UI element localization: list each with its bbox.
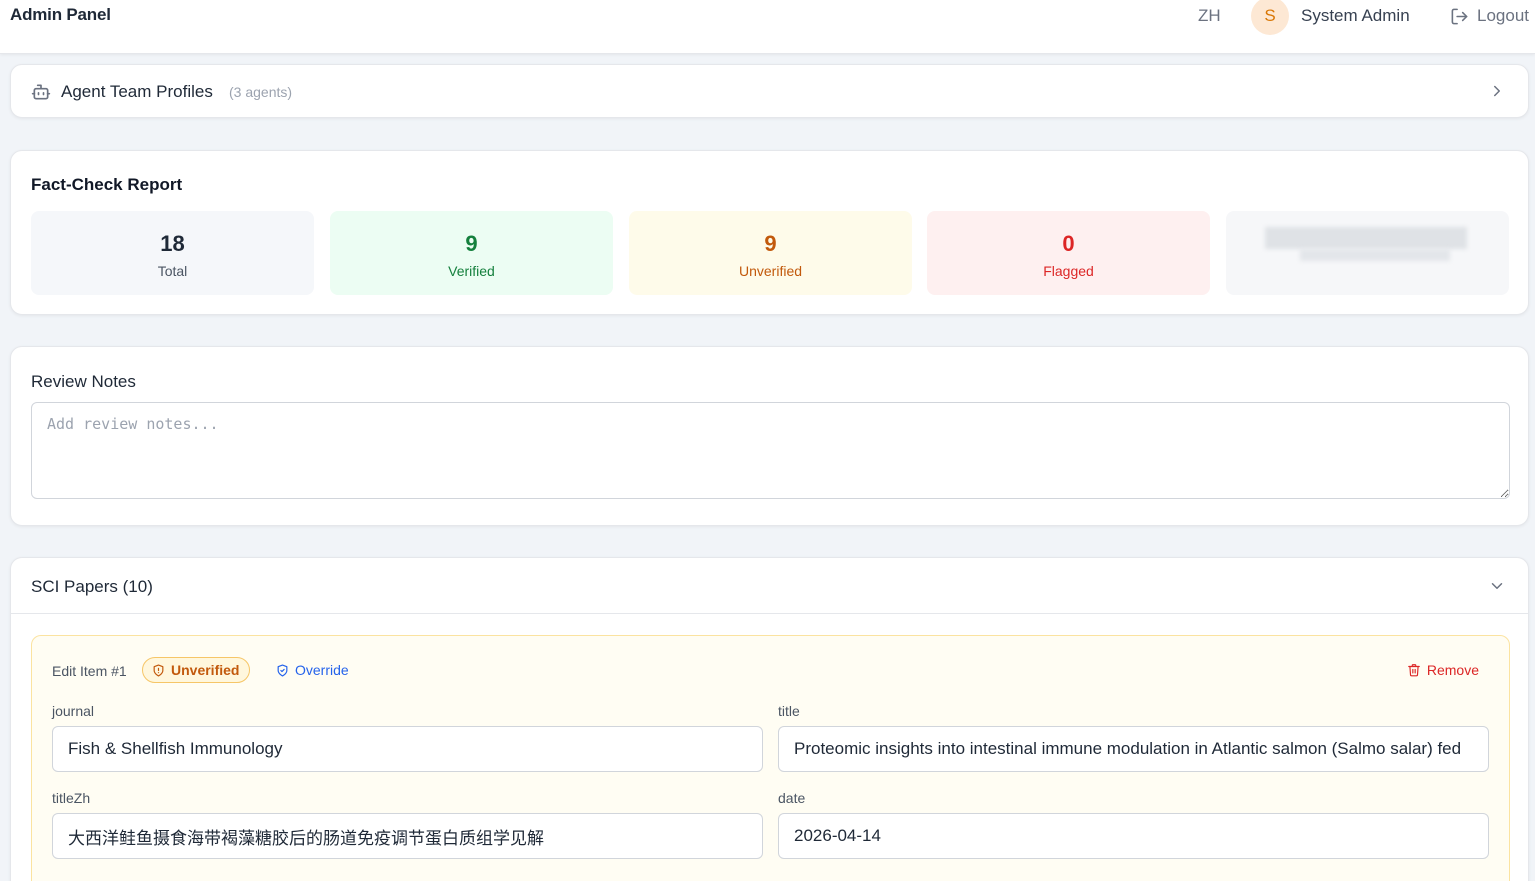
item-heading: Edit Item #1 xyxy=(52,663,127,679)
stat-flagged: 0 Flagged xyxy=(927,211,1210,295)
agent-team-title: Agent Team Profiles xyxy=(61,82,213,101)
sci-papers-title: SCI Papers (10) xyxy=(31,577,153,596)
status-badge: Unverified xyxy=(142,657,251,683)
logout-icon xyxy=(1451,8,1468,24)
journal-field[interactable] xyxy=(52,726,763,772)
stat-unverified: 9 Unverified xyxy=(629,211,912,295)
date-label: date xyxy=(778,790,806,806)
stat-redacted xyxy=(1226,211,1509,295)
avatar: S xyxy=(1251,0,1289,35)
title-zh-label: titleZh xyxy=(52,790,91,806)
agent-count: (3 agents) xyxy=(229,84,293,100)
stat-verified-value: 9 xyxy=(465,231,478,256)
stat-total: 18 Total xyxy=(31,211,314,295)
title-zh-field[interactable] xyxy=(52,813,763,859)
review-notes-input[interactable] xyxy=(31,402,1510,499)
stat-flagged-label: Flagged xyxy=(1043,263,1094,279)
review-notes-title: Review Notes xyxy=(31,372,136,391)
override-button[interactable]: Override xyxy=(276,662,349,678)
bot-icon xyxy=(31,84,51,100)
sci-papers-header[interactable]: SCI Papers (10) xyxy=(11,558,1528,614)
stat-flagged-value: 0 xyxy=(1062,231,1075,256)
review-notes-card: Review Notes xyxy=(10,346,1529,526)
remove-label: Remove xyxy=(1426,662,1479,678)
username: System Admin xyxy=(1301,6,1410,25)
chevron-down-icon[interactable] xyxy=(1488,577,1506,595)
shield-alert-icon xyxy=(153,663,164,677)
stat-total-label: Total xyxy=(157,263,188,279)
logout-label: Logout xyxy=(1477,6,1529,25)
title-label: title xyxy=(778,703,800,719)
stat-unverified-value: 9 xyxy=(764,231,777,256)
paper-item: Edit Item #1 Unverified Override Remove … xyxy=(31,635,1510,881)
chevron-right-icon[interactable] xyxy=(1488,82,1506,100)
stat-verified: 9 Verified xyxy=(330,211,613,295)
language-toggle[interactable]: ZH xyxy=(1198,6,1221,26)
redacted-block xyxy=(1265,227,1467,249)
shield-check-icon xyxy=(277,663,288,677)
title-field[interactable] xyxy=(778,726,1489,772)
fact-check-title: Fact-Check Report xyxy=(31,175,183,194)
logout-button[interactable]: Logout xyxy=(1450,6,1529,26)
top-header: Admin Panel ZH S System Admin Logout xyxy=(0,0,1535,54)
stat-total-value: 18 xyxy=(160,231,185,256)
date-field[interactable] xyxy=(778,813,1489,859)
fact-check-report-card: Fact-Check Report 18 Total 9 Verified 9 … xyxy=(10,150,1529,315)
status-label: Unverified xyxy=(171,662,240,678)
app-title[interactable]: Admin Panel xyxy=(10,5,111,25)
override-label: Override xyxy=(295,662,349,678)
redacted-block xyxy=(1300,249,1450,261)
remove-button[interactable]: Remove xyxy=(1407,662,1479,678)
journal-label: journal xyxy=(52,703,95,719)
stat-verified-label: Verified xyxy=(448,263,495,279)
agent-team-profiles-card[interactable]: Agent Team Profiles (3 agents) xyxy=(10,64,1529,118)
trash-icon xyxy=(1408,664,1420,677)
stat-unverified-label: Unverified xyxy=(738,263,803,279)
sci-papers-card: SCI Papers (10) Edit Item #1 Unverified … xyxy=(10,557,1529,881)
